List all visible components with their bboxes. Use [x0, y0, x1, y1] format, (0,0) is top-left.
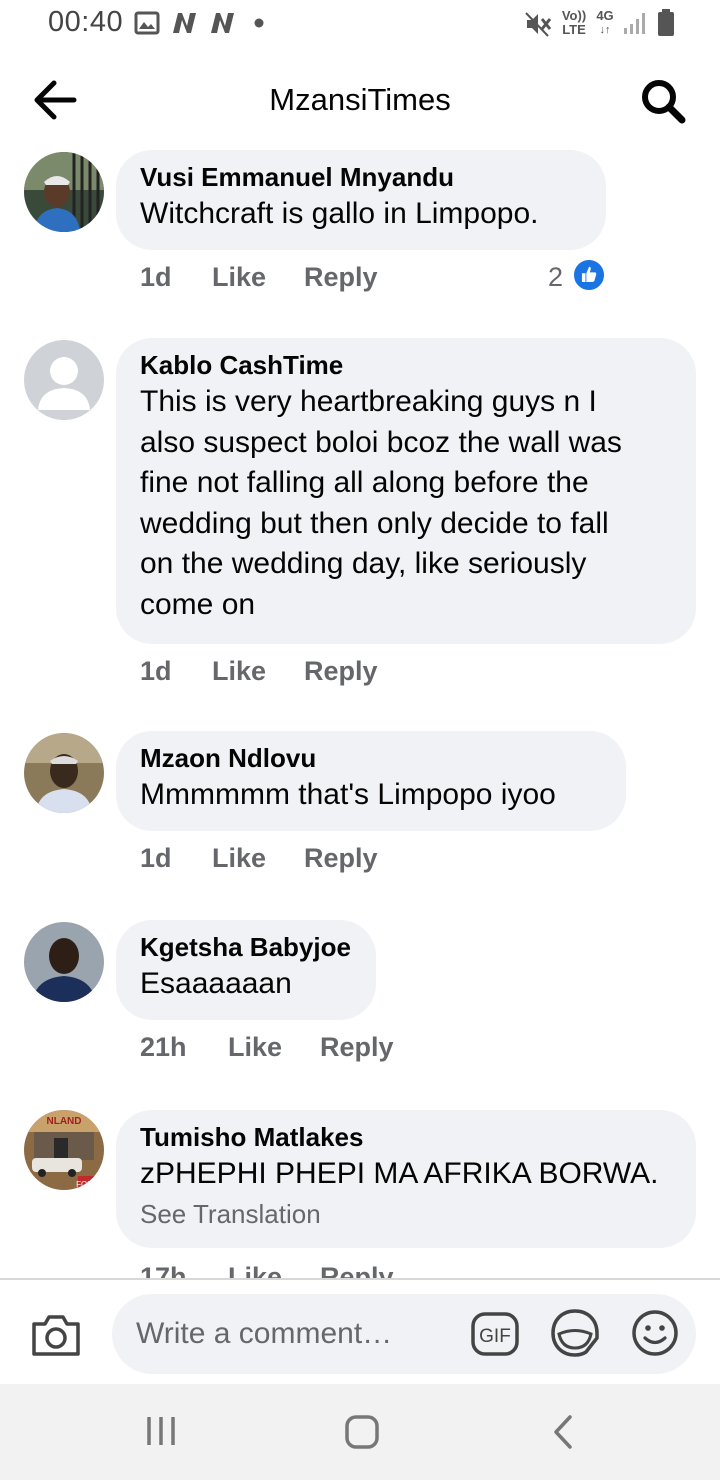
comment-bubble: Kablo CashTime This is very heartbreakin…: [116, 338, 696, 644]
search-icon[interactable]: [638, 76, 688, 126]
4g-icon: 4G ↓↑: [594, 9, 616, 37]
system-nav-bar: [0, 1384, 720, 1480]
volte-label: Vo)): [561, 8, 587, 23]
comment-text-line: wedding but then only decide to fall: [140, 506, 609, 540]
comment-bubble: Vusi Emmanuel Mnyandu Witchcraft is gall…: [116, 150, 606, 250]
comment-time: 1d: [140, 843, 172, 873]
like-button[interactable]: Like: [212, 656, 266, 687]
comment-time: 21h: [140, 1032, 187, 1062]
signal-icon: [624, 13, 645, 34]
comment-text: Witchcraft is gallo in Limpopo.: [140, 197, 539, 230]
gif-label: GIF: [479, 1326, 511, 1347]
comment-text-line: also suspect boloi bcoz the wall was: [140, 425, 622, 459]
comment-input[interactable]: [136, 1312, 456, 1356]
image-icon: [134, 11, 160, 35]
gif-icon[interactable]: GIF: [470, 1310, 520, 1358]
comment-text-line: on the wedding day, like seriously: [140, 547, 587, 580]
comment-author[interactable]: Kgetsha Babyjoe: [140, 930, 352, 964]
comment-text: zPHEPHI PHEPI MA AFRIKA BORWA.: [140, 1157, 659, 1190]
comment-time: 1d: [140, 656, 172, 686]
comment-author[interactable]: Vusi Emmanuel Mnyandu: [140, 160, 582, 194]
reply-button[interactable]: Reply: [320, 1262, 394, 1278]
back-nav-icon[interactable]: [550, 1414, 576, 1450]
notification-icon: [211, 13, 234, 33]
like-button[interactable]: Like: [228, 1032, 282, 1063]
like-button[interactable]: Like: [212, 843, 266, 874]
like-reaction-icon: [572, 258, 606, 292]
comment-text-line: come on: [140, 587, 256, 621]
home-icon[interactable]: [344, 1414, 380, 1450]
comment-bubble: Mzaon Ndlovu Mmmmmm that's Limpopo iyoo: [116, 731, 626, 831]
app-header: MzansiTimes: [0, 60, 720, 140]
reaction-count[interactable]: 2: [548, 262, 563, 293]
recent-apps-icon[interactable]: [144, 1414, 178, 1448]
avatar[interactable]: [24, 733, 104, 813]
comment-author[interactable]: Tumisho Matlakes: [140, 1120, 672, 1154]
volte-icon: Vo)) LTE: [558, 9, 590, 37]
battery-icon: [658, 9, 674, 36]
lte-label: LTE: [562, 22, 586, 37]
comment-bubble: Tumisho Matlakes zPHEPHI PHEPI MA AFRIKA…: [116, 1110, 696, 1248]
comment-time: 1d: [140, 262, 172, 292]
avatar[interactable]: [24, 340, 104, 420]
comment-input-box[interactable]: GIF: [112, 1294, 696, 1374]
page-title: MzansiTimes: [269, 82, 451, 117]
dot-icon: [254, 18, 264, 28]
data-arrows-icon: ↓↑: [599, 24, 611, 36]
reply-button[interactable]: Reply: [304, 656, 378, 687]
avatar-sign-text: NLAND: [47, 1116, 82, 1127]
sticker-icon[interactable]: [550, 1308, 600, 1360]
comment-time: 17h: [140, 1262, 187, 1278]
like-button[interactable]: Like: [228, 1262, 282, 1278]
notification-icon: [173, 13, 196, 33]
comments-list[interactable]: Vusi Emmanuel Mnyandu Witchcraft is gall…: [0, 140, 720, 1278]
reply-button[interactable]: Reply: [304, 843, 378, 874]
comment-author[interactable]: Kablo CashTime: [140, 348, 672, 382]
comment-text: Mmmmmm that's Limpopo iyoo: [140, 778, 556, 811]
avatar[interactable]: [24, 922, 104, 1002]
comment-text: Esaaaaaan: [140, 967, 292, 1000]
mute-icon: [525, 12, 552, 37]
comment-text-line: This is very heartbreaking guys n I: [140, 385, 597, 418]
like-button[interactable]: Like: [212, 262, 266, 293]
see-translation-link[interactable]: See Translation: [140, 1195, 672, 1233]
avatar[interactable]: [24, 152, 104, 232]
status-bar: 00:40 Vo)) LTE 4G ↓↑: [0, 0, 720, 50]
comment-bubble: Kgetsha Babyjoe Esaaaaaan: [116, 920, 376, 1020]
reply-button[interactable]: Reply: [304, 262, 378, 293]
emoji-icon[interactable]: [630, 1308, 680, 1358]
reply-button[interactable]: Reply: [320, 1032, 394, 1063]
comment-composer: GIF: [0, 1278, 720, 1384]
network-label: 4G: [596, 8, 614, 23]
comment-author[interactable]: Mzaon Ndlovu: [140, 741, 602, 775]
comment-text-line: fine not falling all along before the: [140, 466, 589, 499]
avatar[interactable]: NLAND FOR SA: [24, 1110, 104, 1190]
status-time: 00:40: [48, 6, 124, 38]
avatar-sign-text: FOR SA: [76, 1180, 104, 1189]
camera-icon[interactable]: [30, 1312, 82, 1358]
